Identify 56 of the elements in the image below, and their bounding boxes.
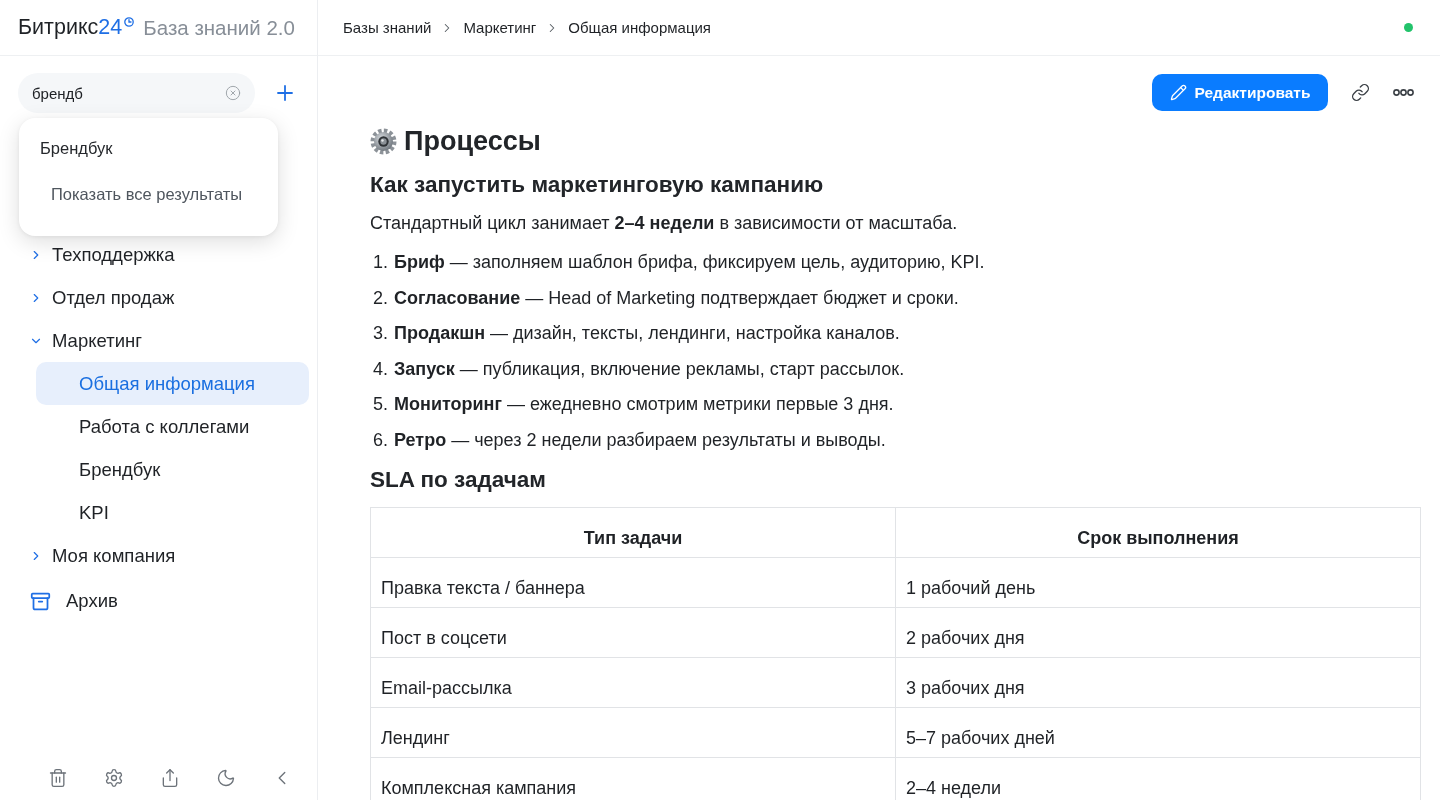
edit-button[interactable]: Редактировать — [1152, 74, 1328, 111]
intro-paragraph: Стандартный цикл занимает 2–4 недели в зависимости от масштаба. — [370, 212, 959, 235]
archive-item[interactable]: Архив — [0, 577, 317, 625]
tree-item[interactable]: Техподдержка — [28, 233, 309, 276]
column-header: Тип задачи — [370, 507, 896, 557]
pencil-icon — [1169, 84, 1187, 101]
archive-icon — [30, 590, 51, 612]
column-header: Срок выполнения — [895, 507, 1421, 557]
page-title: Процессы — [404, 125, 541, 157]
show-all-results-link[interactable]: Показать все результаты — [19, 184, 243, 204]
table-cell: 1 рабочий день — [895, 557, 1421, 607]
step-number: 4. — [373, 357, 388, 381]
step-number: 1. — [373, 251, 388, 274]
step-number: 5. — [373, 393, 388, 416]
table-cell: Лендинг — [370, 707, 896, 757]
table-cell: Email-рассылка — [370, 657, 896, 707]
tree-item[interactable]: Брендбук — [36, 448, 309, 491]
step-text: Согласование — Head of Marketing подтверждает бюджет и сроки. — [394, 286, 959, 310]
table-cell: 3 рабочих дня — [895, 657, 1421, 707]
step-text: Ретро — через 2 недели разбираем результаты и выводы. — [394, 428, 886, 452]
moon-icon — [216, 768, 236, 788]
table-cell: Комплексная кампания — [370, 757, 896, 800]
step-number: 3. — [373, 322, 388, 345]
more-icon — [1392, 89, 1414, 96]
section-heading: SLA по задачам — [370, 466, 547, 493]
tree-item[interactable]: Работа с коллегами — [36, 405, 309, 448]
link-icon — [1350, 83, 1370, 102]
search-result-item[interactable]: Брендбук — [19, 136, 113, 160]
step-number: 6. — [373, 428, 388, 452]
share-icon — [160, 768, 180, 788]
tree-item[interactable]: Отдел продаж — [28, 276, 309, 319]
breadcrumb-link[interactable]: Маркетинг — [463, 19, 537, 36]
tree-item[interactable]: KPI — [36, 491, 309, 534]
table-cell: 5–7 рабочих дней — [895, 707, 1421, 757]
search-field[interactable]: брендб — [18, 73, 255, 113]
tree-item[interactable]: Маркетинг — [28, 319, 309, 362]
table-cell: 2 рабочих дня — [895, 607, 1421, 657]
trash-icon — [48, 768, 68, 788]
breadcrumb-link[interactable]: Базы знаний — [343, 19, 432, 36]
app-title: База знаний 2.0 — [143, 15, 295, 40]
table-cell: Пост в соцсети — [370, 607, 896, 657]
link-button[interactable] — [1349, 81, 1371, 104]
step-text: Продакшн — дизайн, тексты, лендинги, настройка каналов. — [394, 322, 900, 345]
settings-icon — [104, 768, 124, 788]
step-text: Бриф — заполняем шаблон брифа, фиксируем цель, аудиторию, KPI. — [394, 251, 985, 274]
step-number: 2. — [373, 286, 388, 310]
step-text: Запуск — публикация, включение рекламы, старт рассылок. — [394, 357, 905, 381]
step-text: Мониторинг — ежедневно смотрим метрики первые 3 дня. — [394, 393, 894, 416]
logo: Битрикс24 — [18, 15, 123, 40]
section-heading: Как запустить маркетинговую кампанию — [370, 172, 825, 198]
tree-item[interactable]: Моя компания — [28, 534, 309, 577]
breadcrumb-link[interactable]: Общая информация — [568, 19, 711, 36]
tree-item[interactable]: Общая информация — [36, 362, 309, 405]
table-cell: Правка текста / баннера — [370, 557, 896, 607]
clock-icon — [124, 17, 135, 27]
gear-icon — [370, 127, 397, 155]
